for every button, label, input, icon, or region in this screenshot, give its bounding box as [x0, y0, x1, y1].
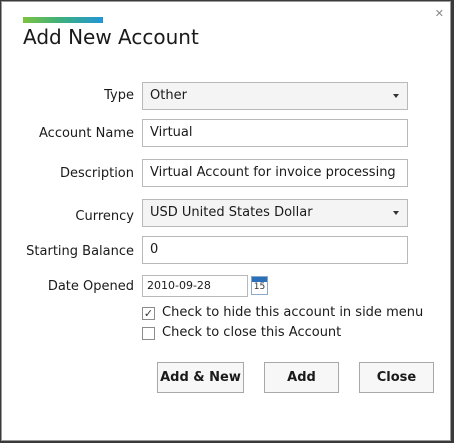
- title-accent-bar: [23, 17, 103, 23]
- dialog-title: Add New Account: [23, 25, 199, 49]
- close-account-label[interactable]: Check to close this Account: [162, 325, 341, 340]
- calendar-icon[interactable]: 15: [251, 276, 268, 295]
- starting-balance-input[interactable]: 0: [142, 236, 408, 264]
- description-label: Description: [59, 166, 134, 181]
- type-select[interactable]: Other: [142, 82, 408, 110]
- currency-label: Currency: [75, 209, 134, 224]
- add-button[interactable]: Add: [264, 362, 339, 393]
- chevron-down-icon: [393, 94, 399, 98]
- close-account-checkbox[interactable]: [142, 327, 155, 340]
- close-button[interactable]: Close: [359, 362, 434, 393]
- add-account-dialog: ✕ Add New Account Type Other Account Nam…: [1, 1, 451, 441]
- date-opened-input[interactable]: 2010-09-28: [142, 275, 248, 297]
- type-value: Other: [150, 88, 187, 103]
- calendar-icon-day: 15: [253, 282, 266, 292]
- hide-in-menu-checkbox[interactable]: ✓: [142, 307, 155, 320]
- currency-select[interactable]: USD United States Dollar: [142, 199, 408, 227]
- account-name-input[interactable]: Virtual: [142, 119, 408, 147]
- type-label: Type: [104, 88, 134, 103]
- add-and-new-button[interactable]: Add & New: [157, 362, 244, 393]
- hide-in-menu-label[interactable]: Check to hide this account in side menu: [162, 305, 423, 320]
- close-icon[interactable]: ✕: [435, 8, 444, 19]
- date-opened-label: Date Opened: [47, 279, 134, 294]
- currency-value: USD United States Dollar: [150, 205, 313, 220]
- account-name-label: Account Name: [39, 126, 134, 141]
- description-input[interactable]: Virtual Account for invoice processing: [142, 159, 408, 187]
- starting-balance-label: Starting Balance: [26, 244, 134, 259]
- chevron-down-icon: [393, 211, 399, 215]
